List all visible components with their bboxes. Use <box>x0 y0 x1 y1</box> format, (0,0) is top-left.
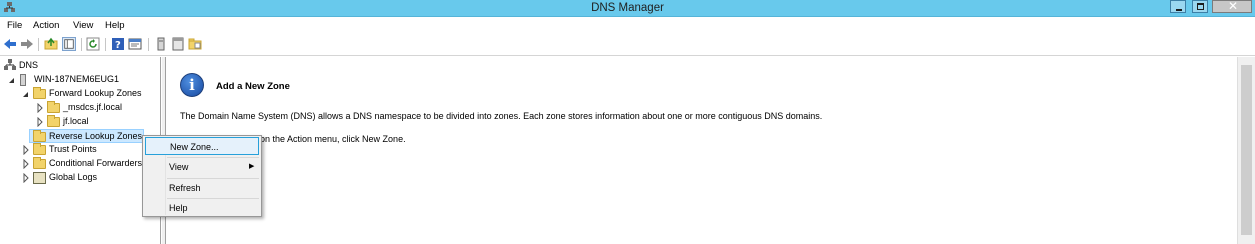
submenu-arrow-icon: ▶ <box>249 163 255 170</box>
menu-bar: File Action View Help <box>0 17 1255 34</box>
tree-label: jf.local <box>63 116 89 126</box>
server-icon <box>20 74 26 86</box>
info-icon: i <box>180 73 204 97</box>
context-menu-refresh[interactable]: Refresh <box>145 179 259 197</box>
tree-label: DNS <box>19 60 39 70</box>
menu-action[interactable]: Action <box>33 20 59 31</box>
toolbar-separator <box>81 38 82 51</box>
forward-icon[interactable] <box>20 37 34 51</box>
svg-text:?: ? <box>115 40 121 51</box>
context-menu-help[interactable]: Help <box>145 199 259 217</box>
tree-label: Forward Lookup Zones <box>49 88 142 98</box>
menu-item-label: View <box>169 162 189 172</box>
tree-node-server[interactable]: WIN-187NEM6EUG1 <box>8 73 148 87</box>
tree-label: Conditional Forwarders <box>49 158 142 168</box>
toolbar-separator <box>38 38 39 51</box>
collapsed-triangle-icon[interactable] <box>22 145 30 155</box>
menu-help[interactable]: Help <box>105 20 125 31</box>
restore-icon <box>1197 3 1204 10</box>
back-icon[interactable] <box>3 37 17 51</box>
tree-label: Reverse Lookup Zones <box>49 131 143 141</box>
folder-icon <box>33 87 46 99</box>
minimize-icon <box>1176 9 1182 11</box>
vertical-scrollbar[interactable] <box>1237 57 1255 244</box>
tree-node-trust-points[interactable]: Trust Points <box>22 143 142 157</box>
content-title: Add a New Zone <box>216 81 290 92</box>
collapsed-triangle-icon[interactable] <box>36 103 44 113</box>
menu-view[interactable]: View <box>73 20 93 31</box>
content-description: The Domain Name System (DNS) allows a DN… <box>180 111 823 121</box>
dns-icon <box>4 59 16 70</box>
toolbar-separator <box>105 38 106 51</box>
tree-label: Trust Points <box>49 144 97 154</box>
tree-label: _msdcs.jf.local <box>63 102 123 112</box>
menu-item-label: Refresh <box>169 183 201 193</box>
folder-icon <box>33 143 46 155</box>
menu-file[interactable]: File <box>7 20 22 31</box>
toolbar: ? <box>0 34 1255 56</box>
collapsed-triangle-icon[interactable] <box>36 117 44 127</box>
show-hide-tree-icon[interactable] <box>62 37 76 51</box>
menu-item-label: Help <box>169 203 188 213</box>
folder-icon[interactable] <box>188 37 202 51</box>
context-menu-view[interactable]: View ▶ <box>145 158 259 176</box>
expanded-triangle-icon[interactable] <box>22 89 30 99</box>
minimize-button[interactable] <box>1170 0 1186 13</box>
tree-node-reverse-lookup-zones[interactable]: Reverse Lookup Zones <box>29 129 144 143</box>
content-instruction: on the Action menu, click New Zone. <box>260 134 406 144</box>
expanded-triangle-icon[interactable] <box>8 75 16 85</box>
results-pane <box>167 57 1255 244</box>
server-icon[interactable] <box>154 37 168 51</box>
close-icon: ✕ <box>1228 0 1239 13</box>
collapsed-triangle-icon[interactable] <box>22 159 30 169</box>
folder-icon <box>47 101 60 113</box>
tree-node-forward-lookup-zones[interactable]: Forward Lookup Zones <box>22 87 162 101</box>
folder-icon <box>47 115 60 127</box>
folder-icon <box>33 157 46 169</box>
collapsed-triangle-icon[interactable] <box>22 173 30 183</box>
tree-node-global-logs[interactable]: Global Logs <box>22 171 142 185</box>
log-icon <box>33 172 46 184</box>
tree-node-jf-local[interactable]: jf.local <box>36 115 116 129</box>
title-bar: DNS Manager ✕ <box>0 0 1255 17</box>
tree-node-dns[interactable]: DNS <box>4 59 64 73</box>
tree-node-conditional-forwarders[interactable]: Conditional Forwarders <box>22 157 142 171</box>
tree-node-msdcs[interactable]: _msdcs.jf.local <box>36 101 146 115</box>
window-title: DNS Manager <box>591 2 664 14</box>
context-menu-new-zone[interactable]: New Zone... <box>145 137 259 155</box>
refresh-icon[interactable] <box>86 37 100 51</box>
context-menu: New Zone... View ▶ Refresh Help <box>142 135 262 217</box>
menu-item-label: New Zone... <box>170 142 219 152</box>
folder-icon <box>33 130 46 142</box>
toolbar-separator <box>148 38 149 51</box>
panel-icon[interactable] <box>171 37 185 51</box>
maximize-button[interactable] <box>1192 0 1208 13</box>
scrollbar-thumb[interactable] <box>1241 65 1252 235</box>
up-folder-icon[interactable] <box>44 37 58 51</box>
tree-label: Global Logs <box>49 172 98 182</box>
properties-icon[interactable] <box>128 37 142 51</box>
close-button[interactable]: ✕ <box>1212 0 1252 13</box>
tree-label: WIN-187NEM6EUG1 <box>34 74 120 84</box>
help-icon[interactable]: ? <box>111 37 125 51</box>
